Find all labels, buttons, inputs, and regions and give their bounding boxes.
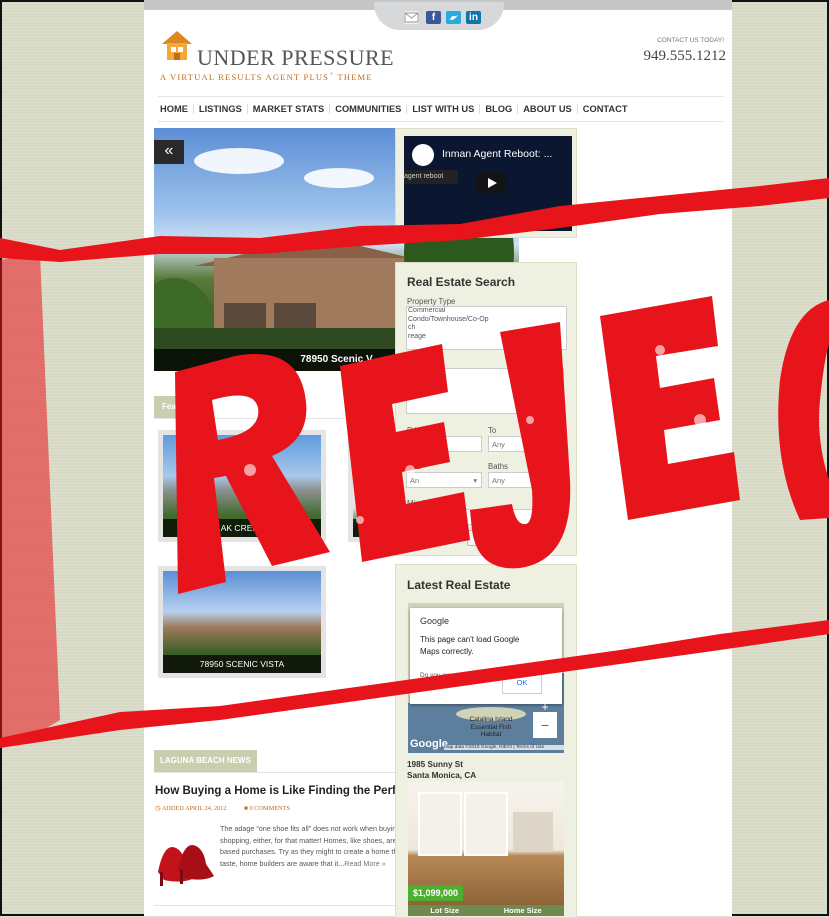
latest-widget-title: Latest Real Estate bbox=[407, 578, 511, 592]
video-title[interactable]: Inman Agent Reboot: ... bbox=[442, 148, 552, 160]
listing-street[interactable]: 1985 Sunny St bbox=[407, 760, 476, 771]
select-option[interactable]: ch bbox=[408, 324, 566, 333]
house-logo-icon[interactable] bbox=[159, 27, 195, 63]
slider-prev-button[interactable]: « bbox=[154, 140, 184, 164]
featured-card[interactable]: 78950 SCENIC VISTA bbox=[158, 566, 326, 678]
listing-price-badge: $1,099,000 bbox=[408, 885, 464, 901]
map-zoom-out-button[interactable]: − bbox=[533, 712, 557, 738]
city-select[interactable]: ch F bbox=[406, 368, 564, 414]
listing-city: Santa Monica, CA bbox=[407, 770, 477, 780]
select-option[interactable]: Condo/Townhouse/Co-Op bbox=[408, 316, 566, 325]
listing-stats-bar: Lot Size Home Size bbox=[408, 905, 564, 916]
property-type-label: Property Type bbox=[407, 297, 456, 306]
select-option[interactable]: reage bbox=[408, 333, 566, 342]
read-more-link[interactable]: Read More » bbox=[344, 859, 386, 868]
map-credit[interactable]: Map data ©2019 Google, INEGI | Terms of … bbox=[444, 745, 564, 750]
cloud bbox=[194, 148, 284, 174]
select-option[interactable]: ch bbox=[410, 372, 560, 379]
listing-address[interactable]: 1985 Sunny St Santa Monica, CA bbox=[407, 760, 476, 781]
card-caption: AK CREST bbox=[163, 519, 321, 537]
video-handle: @inmark bbox=[531, 217, 568, 227]
min-sqft-label: Min S bbox=[407, 499, 427, 508]
shelves bbox=[418, 792, 462, 856]
property-type-select[interactable]: Commercial Condo/Townhouse/Co-Op ch reag… bbox=[406, 306, 567, 350]
contact-phone[interactable]: 949.555.1212 bbox=[644, 48, 727, 65]
post-date: ◷ ADDED APRIL 24, 2012 bbox=[155, 805, 227, 812]
social-bar: f in bbox=[374, 2, 504, 30]
linkedin-icon[interactable]: in bbox=[466, 11, 481, 24]
price-to-label: To bbox=[488, 426, 497, 435]
dialog-message: This page can't load Google Maps correct… bbox=[420, 635, 520, 656]
post-meta: ◷ ADDED APRIL 24, 2012 ■ 0 COMMENTS bbox=[155, 805, 290, 812]
brand-name[interactable]: UNDER PRESSURE bbox=[197, 45, 394, 71]
price-max-select[interactable]: Any bbox=[488, 436, 564, 452]
nav-communities[interactable]: COMMUNITIES bbox=[330, 104, 408, 114]
channel-logo-icon bbox=[412, 144, 434, 166]
featured-card[interactable]: AK CREST bbox=[158, 430, 326, 542]
min-sqft-select[interactable]: Any bbox=[406, 509, 564, 525]
price-label: Pri bbox=[407, 426, 417, 435]
brand-tagline: A VIRTUAL RESULTS AGENT PLUS+ THEME bbox=[160, 70, 373, 82]
nav-home[interactable]: HOME bbox=[158, 104, 194, 114]
facebook-icon[interactable]: f bbox=[426, 11, 441, 24]
clock-icon: ◷ bbox=[155, 805, 161, 812]
contact-label: CONTACT US TODAY! bbox=[657, 37, 724, 44]
featured-listings-heading: Fea ngs bbox=[154, 396, 201, 418]
search-button[interactable]: Search bbox=[467, 530, 509, 546]
post-comments[interactable]: ■ 0 COMMENTS bbox=[244, 805, 290, 812]
nav-blog[interactable]: BLOG bbox=[480, 104, 519, 114]
beds-select[interactable]: An ▾ bbox=[406, 472, 482, 488]
shelves bbox=[464, 792, 508, 856]
google-logo: Google bbox=[410, 738, 448, 750]
play-button-icon[interactable] bbox=[476, 172, 506, 194]
mail-icon[interactable] bbox=[404, 11, 419, 24]
beds-label: Bed bbox=[407, 462, 421, 471]
main-nav: HOME LISTINGS MARKET STATS COMMUNITIES L… bbox=[158, 96, 724, 122]
baths-select[interactable]: Any bbox=[488, 472, 564, 488]
dialog-title: Google bbox=[420, 616, 450, 626]
nav-list-with-us[interactable]: LIST WITH US bbox=[407, 104, 481, 114]
map-zoom-in-button[interactable]: + bbox=[536, 700, 554, 714]
nav-about-us[interactable]: ABOUT US bbox=[518, 104, 578, 114]
comment-icon: ■ bbox=[244, 805, 248, 812]
video-brand: agent reboot bbox=[404, 170, 458, 184]
map-island-label: Catalina Island Essential Fish Habitat bbox=[469, 716, 513, 738]
select-option[interactable]: F bbox=[410, 379, 560, 386]
lot-size-label: Lot Size bbox=[430, 906, 460, 915]
card-caption: 78950 SCENIC VISTA bbox=[163, 655, 321, 673]
select-option[interactable]: Commercial bbox=[408, 307, 566, 316]
news-heading: LAGUNA BEACH NEWS bbox=[154, 750, 257, 772]
youtube-video-embed[interactable]: Inman Agent Reboot: ... agent reboot @in… bbox=[404, 136, 572, 231]
dialog-own-website: Do you own this website? bbox=[420, 672, 494, 679]
nav-listings[interactable]: LISTINGS bbox=[194, 104, 248, 114]
chevron-down-icon: ▾ bbox=[473, 476, 477, 485]
dialog-ok-button[interactable]: OK bbox=[502, 672, 542, 694]
nav-contact[interactable]: CONTACT bbox=[578, 104, 633, 114]
home-size-label: Home Size bbox=[503, 906, 542, 915]
cloud bbox=[304, 168, 374, 188]
search-widget-title: Real Estate Search bbox=[407, 275, 516, 289]
city-label: C bbox=[407, 358, 413, 367]
nav-market-stats[interactable]: MARKET STATS bbox=[248, 104, 331, 114]
price-min-select[interactable]: An bbox=[406, 436, 482, 452]
baths-label: Baths bbox=[488, 462, 508, 471]
doorway bbox=[513, 812, 553, 852]
twitter-icon[interactable] bbox=[446, 11, 461, 24]
red-shoes-image bbox=[154, 822, 216, 888]
map-error-dialog: Google This page can't load Google Maps … bbox=[410, 608, 562, 704]
